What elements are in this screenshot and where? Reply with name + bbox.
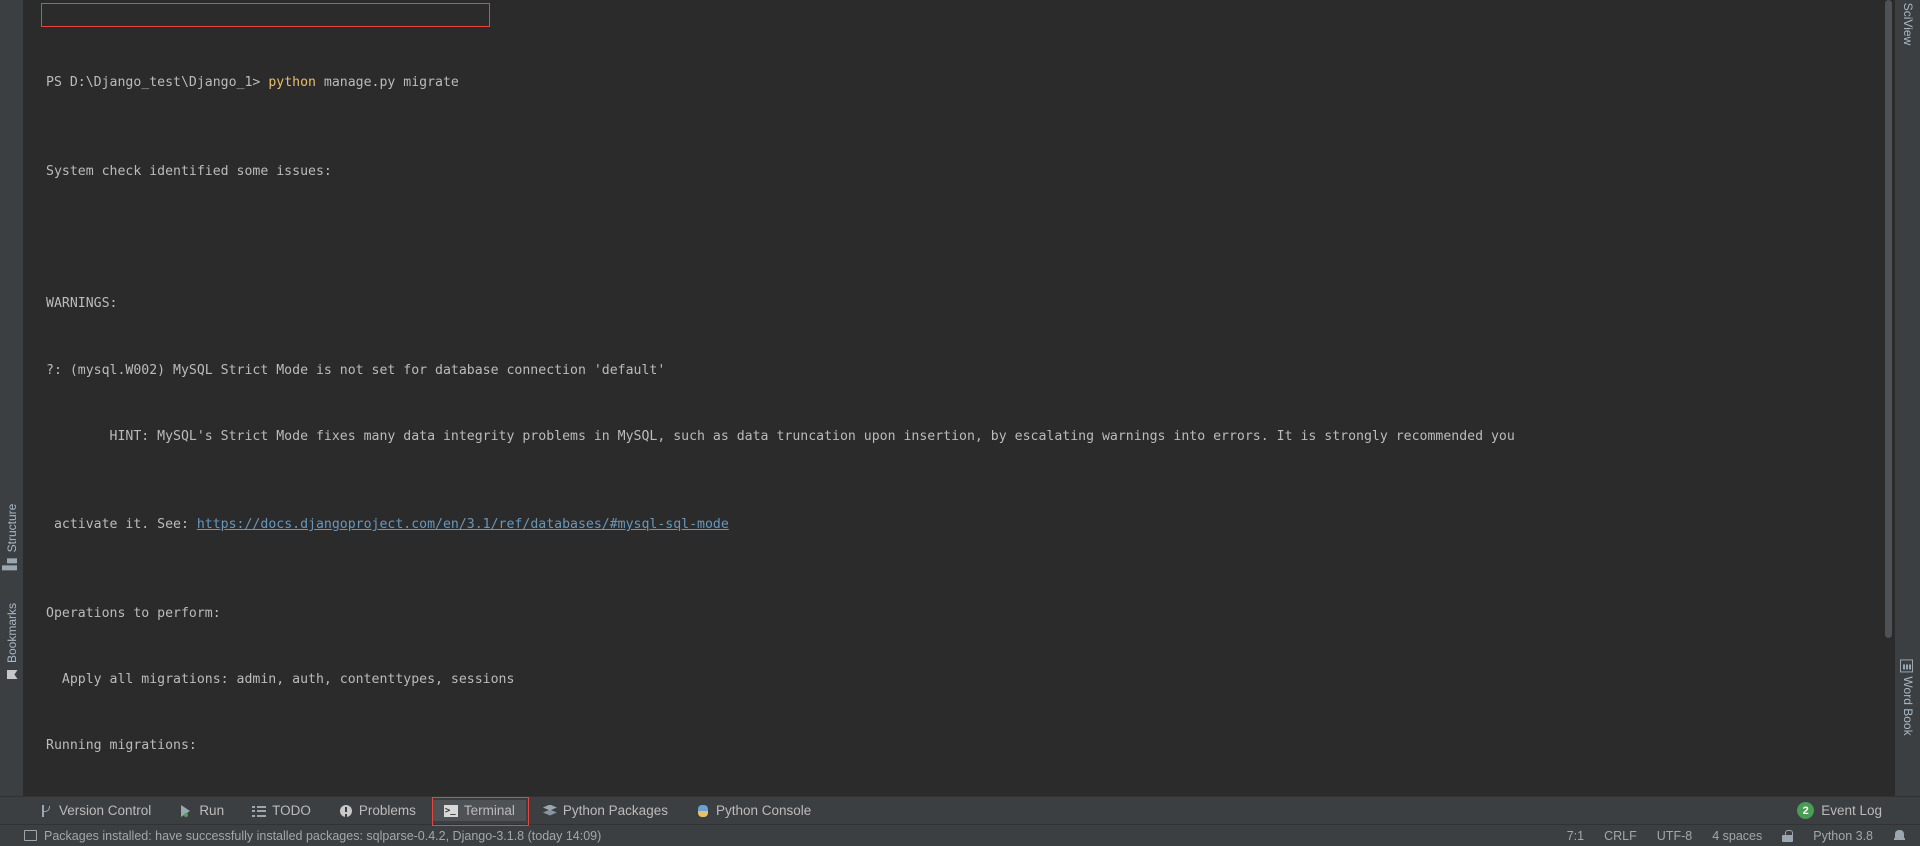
pycharm-window: Structure Bookmarks PS D:\Django_test\Dj… (0, 0, 1920, 846)
word-book-icon (1901, 658, 1914, 671)
bookmarks-label: Bookmarks (4, 602, 19, 664)
message-icon (24, 830, 37, 841)
terminal-output[interactable]: PS D:\Django_test\Django_1> python manag… (24, 0, 1894, 796)
sidebar-item-bookmarks[interactable]: Bookmarks (5, 603, 19, 681)
tab-python-console[interactable]: Python Console (685, 800, 822, 821)
status-message: Packages installed: have successfully in… (44, 828, 602, 843)
branch-icon (39, 804, 53, 818)
terminal-line: Apply all migrations: admin, auth, conte… (46, 671, 515, 687)
highlighted-command: PS D:\Django_test\Django_1> python manag… (46, 72, 459, 94)
terminal-line: WARNINGS: (46, 296, 118, 312)
tab-python-packages[interactable]: Python Packages (532, 800, 679, 821)
word-book-label: Word Book (1900, 676, 1915, 736)
sidebar-item-word-book[interactable]: Word Book (1901, 658, 1915, 735)
tab-label: Python Console (715, 803, 812, 818)
link-prefix: activate it. See: (46, 517, 197, 533)
terminal-scrollbar[interactable] (1884, 0, 1893, 796)
status-message-group[interactable]: Packages installed: have successfully in… (24, 829, 601, 843)
tab-todo[interactable]: TODO (241, 800, 322, 821)
todo-icon (252, 803, 267, 818)
event-log-badge: 2 (1797, 802, 1815, 819)
shell-prompt: PS D:\Django_test\Django_1> (46, 75, 269, 91)
terminal-panel[interactable]: PS D:\Django_test\Django_1> python manag… (24, 0, 1894, 796)
tab-label: Run (199, 803, 225, 818)
run-icon (179, 804, 193, 818)
tab-problems[interactable]: Problems (328, 800, 427, 821)
lock-icon[interactable] (1782, 829, 1794, 842)
sciview-label: SciView (1900, 2, 1915, 46)
command-keyword: python (268, 75, 316, 91)
right-tool-strip: SciView Word Book (1894, 0, 1920, 796)
documentation-link[interactable]: https://docs.djangoproject.com/en/3.1/re… (197, 517, 729, 532)
tab-label: Python Packages (562, 803, 668, 818)
structure-label: Structure (4, 503, 19, 553)
notification-bell-icon[interactable] (1893, 829, 1906, 842)
terminal-line: Running migrations: (46, 738, 197, 754)
status-line-column[interactable]: 7:1 (1567, 829, 1584, 843)
tab-terminal[interactable]: Terminal (431, 797, 529, 826)
status-indent[interactable]: 4 spaces (1712, 829, 1762, 843)
status-line-separator[interactable]: CRLF (1604, 829, 1637, 843)
tool-window-bar: Version Control Run TODO Problems Termin… (0, 796, 1920, 826)
terminal-command-line: PS D:\Django_test\Django_1> python manag… (46, 72, 1894, 94)
tab-label: Problems (358, 803, 416, 818)
status-interpreter[interactable]: Python 3.8 (1813, 829, 1873, 843)
sidebar-item-sciview[interactable]: SciView (1901, 0, 1915, 45)
sidebar-item-structure[interactable]: Structure (5, 504, 19, 571)
tab-label: Version Control (59, 803, 152, 818)
terminal-line: ?: (mysql.W002) MySQL Strict Mode is not… (46, 362, 666, 378)
event-log-button[interactable]: 2 Event Log (1797, 802, 1912, 819)
structure-icon (5, 557, 18, 570)
command-args: manage.py migrate (315, 75, 459, 91)
tab-run[interactable]: Run (168, 800, 235, 821)
bookmark-icon (5, 668, 18, 681)
packages-icon (543, 804, 557, 818)
tab-version-control[interactable]: Version Control (28, 800, 162, 821)
left-tool-strip: Structure Bookmarks (0, 0, 24, 796)
terminal-line-hint: HINT: MySQL's Strict Mode fixes many dat… (46, 428, 1515, 444)
python-console-icon (696, 804, 710, 818)
terminal-line: Operations to perform: (46, 605, 221, 621)
status-encoding[interactable]: UTF-8 (1657, 829, 1692, 843)
terminal-link-line: activate it. See: https://docs.djangopro… (46, 514, 1894, 536)
main-body: Structure Bookmarks PS D:\Django_test\Dj… (0, 0, 1920, 796)
terminal-icon (443, 804, 458, 818)
tab-label: Terminal (463, 803, 515, 818)
tab-label: TODO (272, 803, 311, 818)
terminal-scrollbar-thumb[interactable] (1885, 0, 1892, 638)
terminal-line: System check identified some issues: (46, 163, 332, 179)
status-indicators: 7:1 CRLF UTF-8 4 spaces Python 3.8 (1567, 829, 1906, 843)
problems-icon (339, 804, 353, 818)
event-log-label: Event Log (1821, 803, 1882, 818)
status-bar: Packages installed: have successfully in… (0, 824, 1920, 846)
